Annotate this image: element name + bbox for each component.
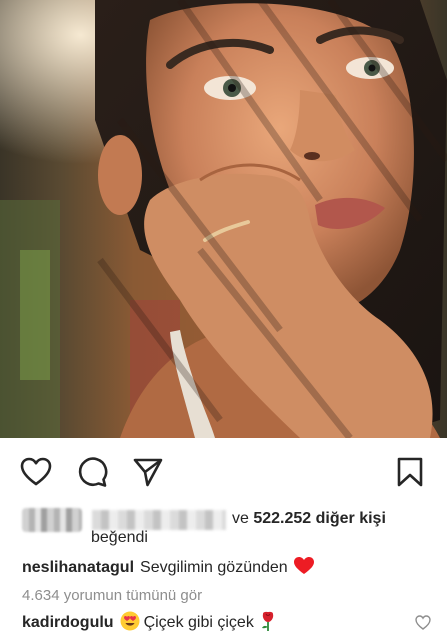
post-photo[interactable] <box>0 0 447 438</box>
post-action-bar <box>0 448 447 496</box>
comment-like-button[interactable] <box>415 615 431 635</box>
blurred-liker-avatars <box>22 508 82 532</box>
likes-count[interactable]: 522.252 diğer kişi <box>253 510 386 527</box>
heart-eyes-emoji-icon <box>120 611 140 638</box>
likes-text: ve 522.252 diğer kişi <box>232 508 386 530</box>
save-button[interactable] <box>392 454 428 490</box>
red-heart-emoji-icon <box>293 557 314 582</box>
caption-username[interactable]: neslihanatagul <box>22 559 134 576</box>
share-button[interactable] <box>130 454 166 490</box>
heart-outline-icon <box>415 615 431 630</box>
bookmark-icon <box>397 457 423 487</box>
comment-bubble-icon <box>78 457 108 487</box>
send-paper-plane-icon <box>133 458 163 487</box>
comment-button[interactable] <box>74 454 110 490</box>
likes-connector: ve <box>232 510 249 527</box>
like-button[interactable] <box>18 454 54 490</box>
comment-text: Çiçek gibi çiçek <box>143 614 254 631</box>
comment-row: kadirdogulu Çiçek gibi çiçek <box>22 611 276 638</box>
likes-suffix: beğendi <box>91 529 148 546</box>
portrait-illustration <box>0 0 447 438</box>
heart-outline-icon <box>20 457 52 486</box>
rose-emoji-icon <box>260 611 276 638</box>
post-caption: neslihanatagul Sevgilimin gözünden <box>22 557 314 582</box>
likes-summary[interactable]: ve 522.252 diğer kişi beğendi <box>22 506 432 548</box>
comment-username[interactable]: kadirdogulu <box>22 614 114 631</box>
view-all-comments-link[interactable]: 4.634 yorumun tümünü gör <box>22 586 202 606</box>
caption-text: Sevgilimin gözünden <box>140 559 288 576</box>
